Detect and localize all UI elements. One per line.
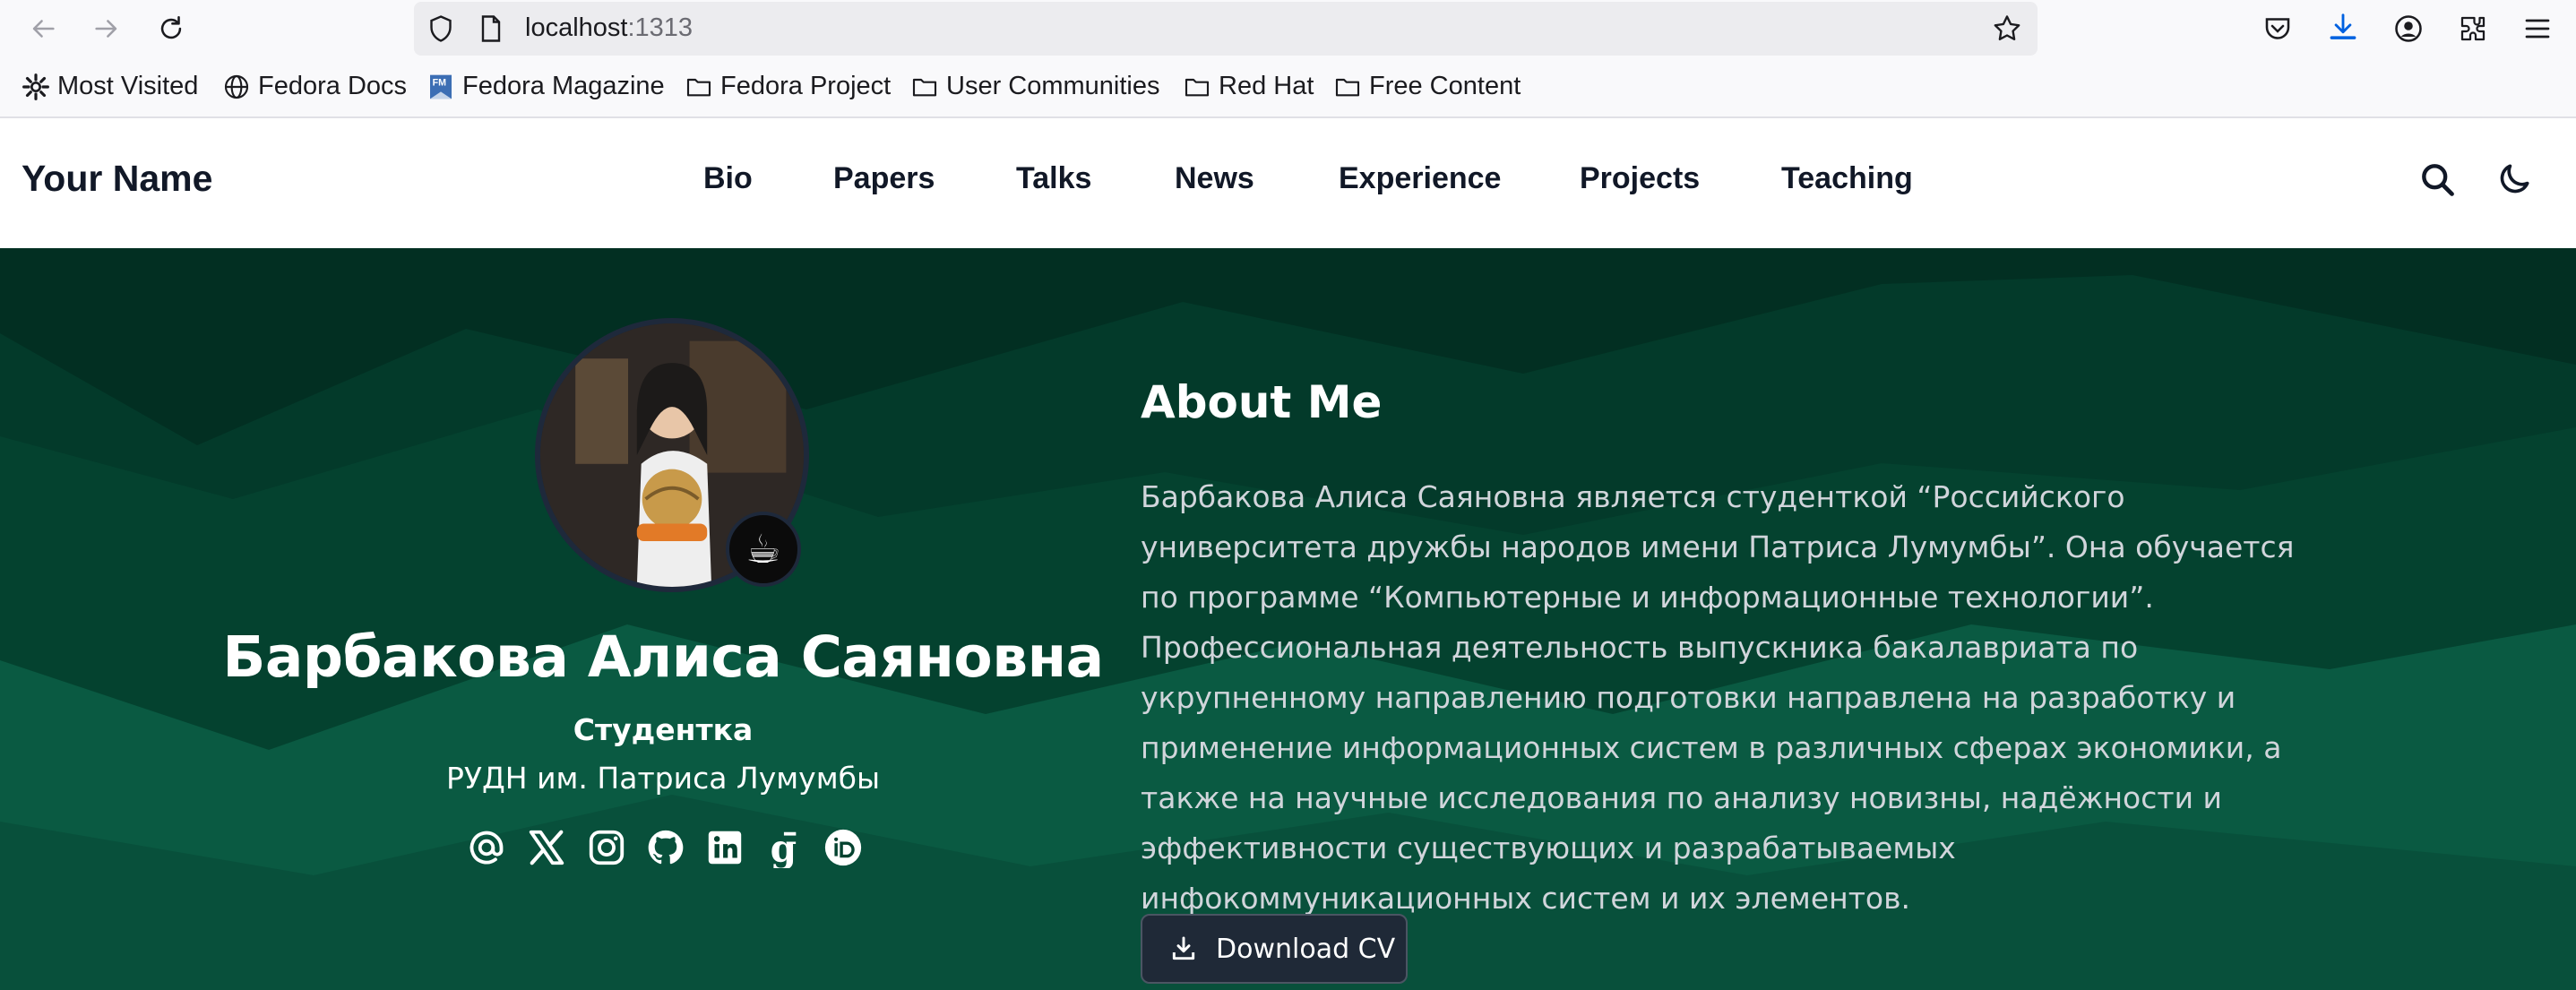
bookmark-label: Fedora Magazine: [462, 72, 665, 100]
bookmark-label: Red Hat: [1219, 72, 1314, 100]
bookmark-label: Most Visited: [57, 72, 199, 100]
download-icon: [1172, 936, 1195, 960]
bookmark-label: Fedora Project: [720, 72, 892, 100]
browser-toolbar: localhost:1313: [0, 0, 2576, 57]
bookmark-label: User Communities: [946, 72, 1160, 100]
bookmark-red-hat[interactable]: Red Hat: [1183, 72, 1314, 101]
instagram-icon: [589, 830, 625, 865]
email-link[interactable]: [463, 824, 510, 871]
bookmark-fedora-docs[interactable]: Fedora Docs: [222, 72, 407, 101]
nav-talks[interactable]: Talks: [1016, 161, 1091, 196]
reload-icon: [160, 15, 182, 39]
linkedin-link[interactable]: [702, 824, 748, 871]
bookmark-most-visited[interactable]: Most Visited: [22, 72, 198, 101]
fedora-magazine-icon: FM: [430, 74, 452, 99]
google-scholar-icon: g: [771, 827, 797, 868]
arrow-left-icon: [32, 20, 55, 38]
profile-organization: РУДН им. Патриса Лумумбы: [446, 761, 880, 796]
account-icon[interactable]: [2392, 13, 2425, 45]
bookmark-fedora-project[interactable]: Fedora Project: [685, 72, 891, 101]
nav-bio[interactable]: Bio: [703, 161, 753, 196]
url-host: localhost: [525, 13, 628, 42]
orcid-icon: [824, 829, 862, 866]
nav-papers[interactable]: Papers: [833, 161, 935, 196]
star-icon[interactable]: [1991, 13, 2023, 45]
moon-icon[interactable]: [2494, 159, 2534, 199]
bookmarks-bar: Most Visited Fedora Docs FM Fedora Magaz…: [0, 57, 2576, 118]
bookmark-label: Fedora Docs: [258, 72, 408, 100]
url-port: :1313: [627, 13, 694, 42]
pocket-icon[interactable]: [2262, 13, 2294, 45]
linkedin-icon: [708, 831, 742, 865]
about-title: About Me: [1141, 376, 1383, 428]
arrow-right-icon: [95, 20, 117, 38]
search-icon[interactable]: [2417, 159, 2457, 199]
reload-button[interactable]: [153, 11, 189, 47]
nav-news[interactable]: News: [1175, 161, 1254, 196]
bookmark-fedora-magazine[interactable]: FM Fedora Magazine: [426, 72, 665, 101]
url-bar[interactable]: localhost:1313: [414, 2, 2038, 56]
back-button[interactable]: [25, 11, 61, 47]
forward-button[interactable]: [89, 11, 125, 47]
folder-icon: [912, 78, 937, 96]
site-navbar: Your Name Bio Papers Talks News Experien…: [0, 118, 2576, 248]
url-text[interactable]: localhost:1313: [525, 13, 693, 43]
nav-teaching[interactable]: Teaching: [1781, 161, 1913, 196]
github-link[interactable]: [642, 824, 689, 871]
download-cv-button[interactable]: Download CV: [1141, 914, 1408, 984]
instagram-link[interactable]: [583, 824, 630, 871]
shield-icon[interactable]: [425, 13, 457, 45]
gear-icon: [22, 73, 49, 100]
email-icon: [470, 831, 504, 865]
folder-icon: [686, 78, 711, 96]
download-icon[interactable]: [2326, 11, 2360, 45]
menu-icon[interactable]: [2521, 13, 2554, 45]
page-icon[interactable]: [475, 13, 507, 45]
svg-text:FM: FM: [433, 77, 447, 88]
download-cv-label: Download CV: [1216, 933, 1396, 965]
nav-projects[interactable]: Projects: [1580, 161, 1700, 196]
bookmark-user-communities[interactable]: User Communities: [910, 72, 1160, 101]
orcid-link[interactable]: [820, 824, 866, 871]
social-links: g: [463, 824, 875, 874]
status-badge: ☕: [726, 512, 801, 587]
folder-icon: [1335, 78, 1360, 96]
hero-section: ☕ Барбакова Алиса Саяновна Студентка РУД…: [0, 248, 2576, 990]
github-icon: [648, 830, 684, 865]
profile-name: Барбакова Алиса Саяновна: [222, 624, 1104, 690]
site-brand[interactable]: Your Name: [22, 158, 212, 200]
globe-icon: [224, 74, 249, 99]
about-text: Барбакова Алиса Саяновна является студен…: [1141, 479, 2295, 916]
bookmark-free-content[interactable]: Free Content: [1333, 72, 1521, 101]
google-scholar-link[interactable]: g: [759, 824, 806, 871]
folder-icon: [1185, 78, 1210, 96]
extensions-icon[interactable]: [2457, 13, 2489, 45]
nav-experience[interactable]: Experience: [1339, 161, 1501, 196]
bookmark-label: Free Content: [1369, 72, 1521, 100]
x-twitter-icon: [529, 830, 564, 865]
profile-role: Студентка: [573, 712, 754, 747]
x-twitter-link[interactable]: [523, 824, 570, 871]
